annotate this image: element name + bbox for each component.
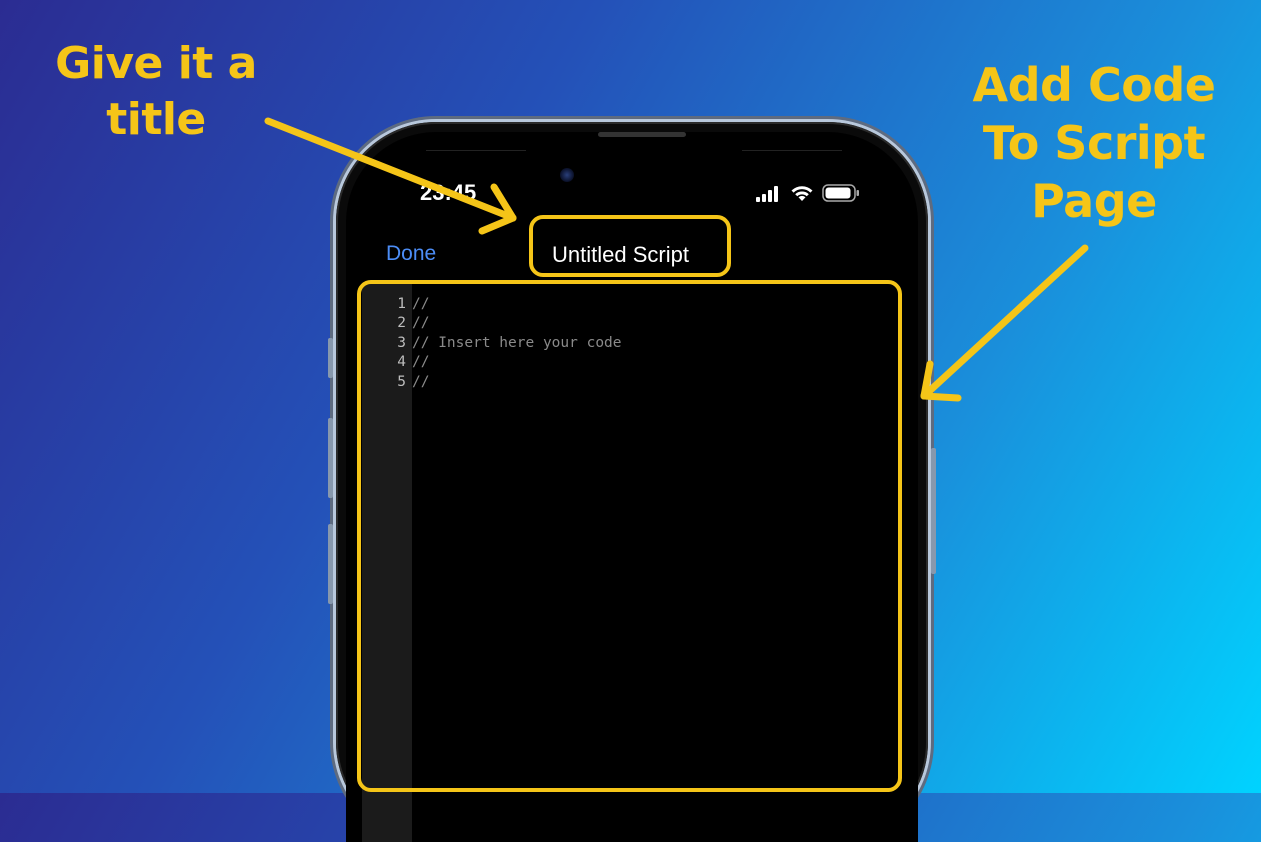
annotation-arrows [264, 117, 1089, 402]
arrow-to-editor-icon [920, 244, 1089, 402]
arrow-to-title-icon [264, 117, 517, 235]
